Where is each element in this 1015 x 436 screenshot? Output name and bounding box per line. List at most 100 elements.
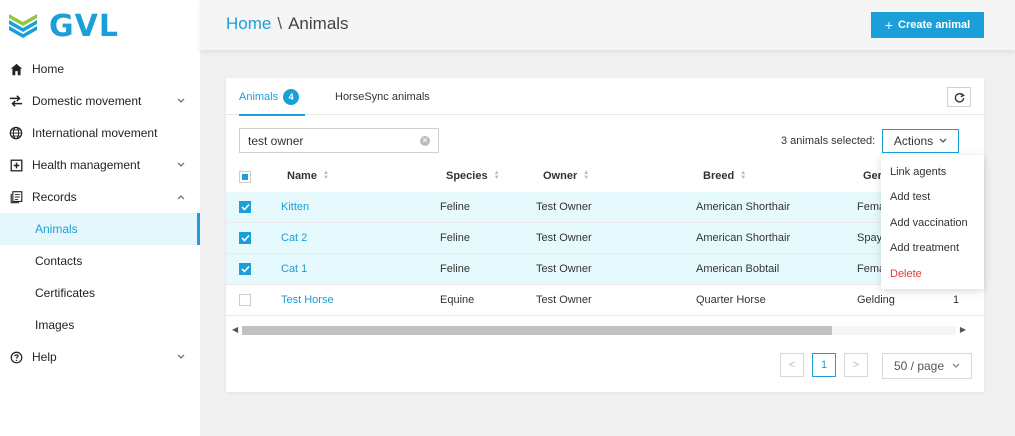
animal-name-link[interactable]: Kitten — [281, 201, 309, 213]
sidebar-item-records[interactable]: Records — [0, 181, 200, 213]
sort-icon: ▲ ▼ — [322, 170, 329, 182]
tabs-bar: Animals 4 HorseSync animals — [226, 78, 984, 116]
menu-item-add-vaccination[interactable]: Add vaccination — [881, 210, 984, 236]
next-page-button[interactable]: > — [844, 353, 868, 377]
chevron-down-icon — [176, 352, 186, 362]
scroll-right-arrow[interactable]: ▶ — [960, 325, 966, 334]
search-field: ✕ — [239, 128, 439, 153]
sidebar: GVL Home Domestic movement International… — [0, 0, 200, 436]
animals-table: Name ▲ ▼ Species ▲ ▼ Owner ▲ ▼ Breed ▲ ▼ Ger Kit… — [226, 162, 984, 338]
selection-count: 3 animals selected: — [781, 135, 876, 147]
table-header-row: Name ▲ ▼ Species ▲ ▼ Owner ▲ ▼ Breed ▲ ▼ Ger — [226, 162, 984, 192]
swap-arrows-icon — [8, 93, 24, 109]
clear-icon[interactable]: ✕ — [420, 135, 430, 146]
plus-icon: + — [884, 17, 894, 33]
sidebar-item-domestic-movement[interactable]: Domestic movement — [0, 85, 200, 117]
cell-breed: American Bobtail — [696, 263, 780, 275]
chevron-down-icon — [939, 138, 947, 144]
column-header-gender[interactable]: Ger — [863, 170, 882, 182]
animals-card: Animals 4 HorseSync animals ✕ 3 animals … — [226, 78, 984, 392]
column-header-breed[interactable]: Breed ▲ ▼ — [703, 170, 746, 182]
gvl-logo[interactable]: GVL — [7, 8, 119, 44]
scroll-left-arrow[interactable]: ◀ — [232, 325, 238, 334]
animal-name-link[interactable]: Cat 2 — [281, 232, 307, 244]
sidebar-subitem-contacts[interactable]: Contacts — [0, 245, 200, 277]
cell-breed: Quarter Horse — [696, 294, 766, 306]
column-header-owner[interactable]: Owner ▲ ▼ — [543, 170, 589, 182]
question-icon — [8, 349, 24, 365]
sidebar-item-health-management[interactable]: Health management — [0, 149, 200, 181]
menu-item-add-treatment[interactable]: Add treatment — [881, 236, 984, 262]
sidebar-item-label: Records — [32, 190, 77, 204]
chevron-down-icon — [176, 160, 186, 170]
select-all-checkbox[interactable] — [239, 171, 251, 183]
sort-icon: ▲ ▼ — [740, 170, 747, 182]
document-icon — [8, 189, 24, 205]
sidebar-item-label: Health management — [32, 158, 141, 172]
cell-gender: Spay — [857, 232, 883, 244]
chevron-down-icon — [952, 363, 960, 369]
home-icon — [8, 61, 24, 77]
cell-owner: Test Owner — [536, 294, 592, 306]
tab-label: Animals — [239, 90, 279, 103]
sort-icon: ▲ ▼ — [493, 170, 500, 182]
cell-gender: Gelding — [857, 294, 895, 306]
sidebar-item-label: Home — [32, 62, 65, 76]
page-1-button[interactable]: 1 — [812, 353, 836, 377]
cell-breed: American Shorthair — [696, 201, 791, 213]
actions-dropdown-menu: Link agents Add test Add vaccination Add… — [881, 155, 984, 289]
sidebar-nav: Home Domestic movement International mov… — [0, 53, 200, 373]
sidebar-item-help[interactable]: Help — [0, 341, 200, 373]
sidebar-item-international-movement[interactable]: International movement — [0, 117, 200, 149]
row-checkbox[interactable] — [239, 294, 251, 306]
actions-button[interactable]: Actions — [882, 129, 959, 153]
table-row[interactable]: Test Horse Equine Test Owner Quarter Hor… — [226, 285, 984, 316]
table-row[interactable]: Kitten Feline Test Owner American Shorth… — [226, 192, 984, 223]
menu-item-add-test[interactable]: Add test — [881, 185, 984, 211]
horizontal-scrollbar[interactable]: ◀ ▶ — [230, 323, 968, 336]
create-animal-label: Create animal — [898, 19, 971, 31]
chevron-down-icon — [176, 96, 186, 106]
sidebar-subitem-images[interactable]: Images — [0, 309, 200, 341]
table-row[interactable]: Cat 2 Feline Test Owner American Shortha… — [226, 223, 984, 254]
table-row[interactable]: Cat 1 Feline Test Owner American Bobtail… — [226, 254, 984, 285]
row-checkbox[interactable] — [239, 201, 251, 213]
prev-page-button[interactable]: < — [780, 353, 804, 377]
tab-horsesync-animals[interactable]: HorseSync animals — [335, 78, 430, 115]
actions-label: Actions — [893, 134, 934, 148]
menu-item-link-agents[interactable]: Link agents — [881, 159, 984, 185]
count-badge: 4 — [283, 88, 300, 105]
cell-species: Feline — [440, 201, 470, 213]
column-header-name[interactable]: Name ▲ ▼ — [287, 170, 329, 182]
page-header: Home \ Animals + Create animal — [200, 0, 1015, 50]
row-checkbox[interactable] — [239, 263, 251, 275]
breadcrumb-home-link[interactable]: Home — [226, 14, 271, 33]
cell-owner: Test Owner — [536, 263, 592, 275]
refresh-icon — [954, 92, 965, 103]
cell-breed: American Shorthair — [696, 232, 791, 244]
sort-icon: ▲ ▼ — [583, 170, 590, 182]
breadcrumb-separator: \ — [277, 14, 283, 33]
menu-item-delete[interactable]: Delete — [881, 261, 984, 287]
tab-animals[interactable]: Animals 4 — [239, 78, 305, 116]
page-size-select[interactable]: 50 / page — [882, 353, 972, 379]
breadcrumb: Home \ Animals — [226, 14, 349, 34]
sidebar-item-label: International movement — [32, 126, 158, 140]
animal-name-link[interactable]: Cat 1 — [281, 263, 307, 275]
create-animal-button[interactable]: + Create animal — [871, 12, 984, 38]
sidebar-item-label: Domestic movement — [32, 94, 142, 108]
breadcrumb-current: Animals — [288, 14, 349, 33]
column-header-species[interactable]: Species ▲ ▼ — [446, 170, 500, 182]
refresh-button[interactable] — [947, 87, 971, 107]
sidebar-item-home[interactable]: Home — [0, 53, 200, 85]
gvl-logo-icon — [9, 14, 37, 38]
cell-owner: Test Owner — [536, 232, 592, 244]
search-input[interactable] — [248, 133, 420, 148]
sidebar-subitem-animals[interactable]: Animals — [0, 213, 200, 245]
page-size-value: 50 / page — [893, 359, 945, 373]
animal-name-link[interactable]: Test Horse — [281, 294, 334, 306]
row-checkbox[interactable] — [239, 232, 251, 244]
sidebar-subitem-certificates[interactable]: Certificates — [0, 277, 200, 309]
sidebar-item-label: Help — [32, 350, 57, 364]
scrollbar-thumb[interactable] — [242, 326, 832, 335]
